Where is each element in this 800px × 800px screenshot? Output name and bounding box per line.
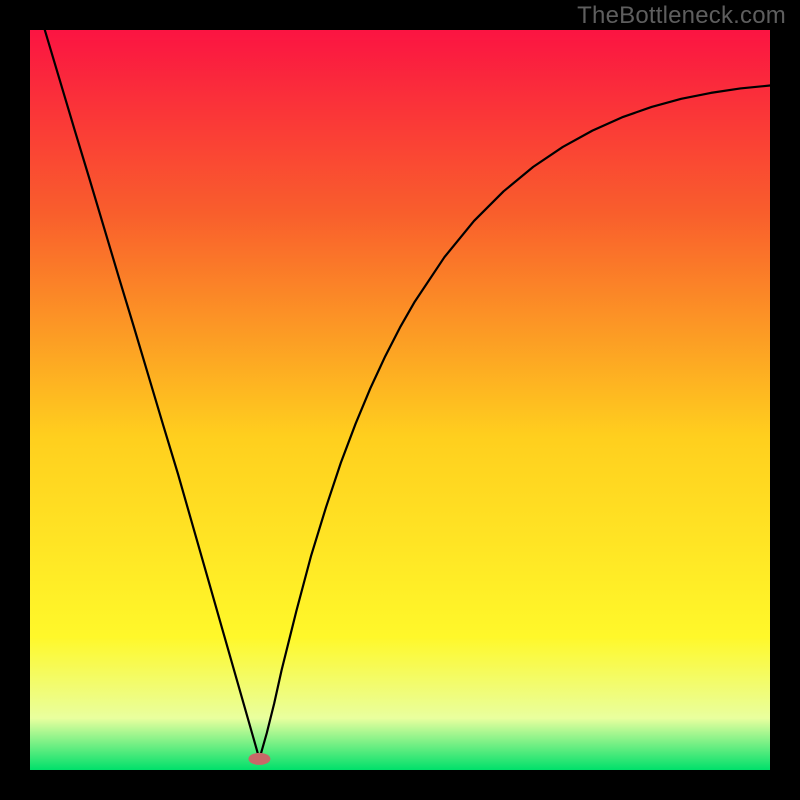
gradient-background <box>30 30 770 770</box>
min-marker <box>248 753 270 765</box>
chart-frame: TheBottleneck.com <box>0 0 800 800</box>
plot-area <box>30 30 770 770</box>
plot-svg <box>30 30 770 770</box>
watermark-text: TheBottleneck.com <box>577 2 786 30</box>
